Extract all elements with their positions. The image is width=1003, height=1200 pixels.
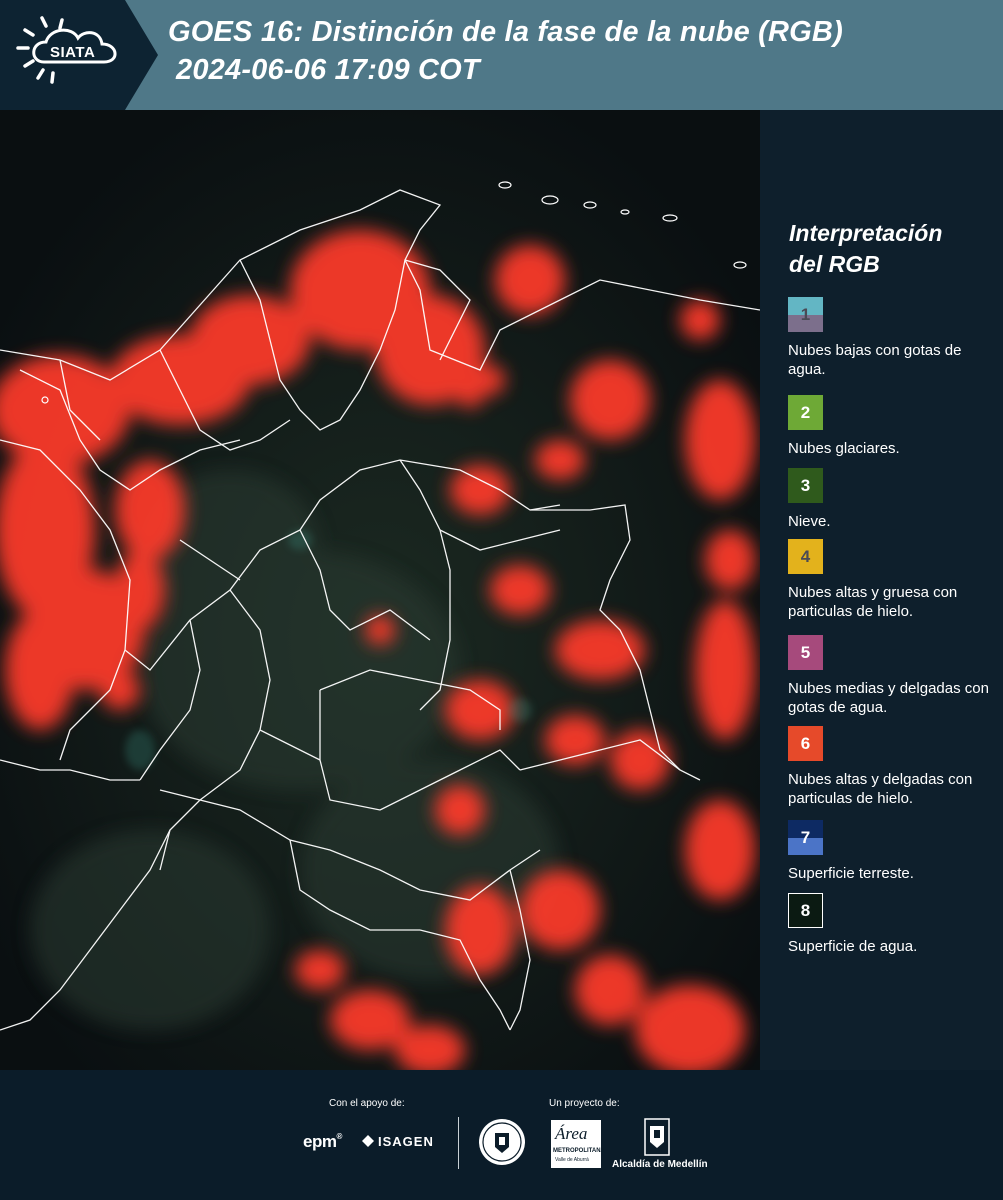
- legend-number-1: 1: [800, 304, 811, 324]
- legend-title-line2: del RGB: [789, 251, 880, 277]
- epm-logo-text: epm: [303, 1132, 337, 1151]
- legend-title: Interpretación del RGB: [789, 218, 942, 280]
- project-label: Un proyecto de:: [549, 1098, 620, 1109]
- legend-number-3: 3: [800, 475, 811, 495]
- alcaldia-label: Alcaldía de Medellín: [612, 1159, 708, 1170]
- isagen-mark-icon: [362, 1135, 374, 1147]
- legend-number-8: 8: [800, 900, 811, 920]
- legend-swatch-1: 1: [788, 297, 823, 332]
- legend-number-6: 6: [800, 733, 811, 753]
- rgb-satellite-image: [0, 110, 760, 1070]
- legend-item-1: 1 Nubes bajas con gotas de agua.: [788, 297, 998, 379]
- isagen-logo-text: ISAGEN: [378, 1134, 434, 1149]
- legend-swatch-6: 6: [788, 726, 823, 761]
- legend-label-5: Nubes medias y delgadas con gotas de agu…: [788, 680, 989, 716]
- alcaldia-shield-icon: [644, 1118, 670, 1161]
- footer-divider: [458, 1117, 459, 1169]
- legend-item-6: 6 Nubes altas y delgadas con particulas …: [788, 726, 998, 808]
- page-title: GOES 16: Distinción de la fase de la nub…: [168, 16, 843, 48]
- footer: Con el apoyo de: Un proyecto de: epm® IS…: [0, 1070, 1003, 1200]
- area-logo-sub2: Valle de Aburrá: [555, 1157, 589, 1163]
- legend-number-4: 4: [800, 546, 811, 566]
- legend-swatch-8: 8: [788, 893, 823, 928]
- epm-logo: epm®: [303, 1132, 342, 1151]
- seal-logo: [477, 1117, 527, 1172]
- page-timestamp: 2024-06-06 17:09 COT: [176, 54, 480, 86]
- legend-item-3: 3 Nieve.: [788, 468, 998, 531]
- legend-label-2: Nubes glaciares.: [788, 440, 900, 457]
- legend-swatch-5: 5: [788, 635, 823, 670]
- legend-label-1: Nubes bajas con gotas de agua.: [788, 342, 962, 378]
- area-metropolitana-logo: Área METROPOLITANA Valle de Aburrá: [551, 1120, 605, 1168]
- legend-label-4: Nubes altas y gruesa con particulas de h…: [788, 584, 958, 620]
- legend-swatch-3: 3: [788, 468, 823, 503]
- siata-logo: SIATA: [0, 0, 160, 110]
- area-logo-sub1: METROPOLITANA: [553, 1148, 605, 1154]
- isagen-logo: ISAGEN: [362, 1134, 434, 1149]
- area-logo-main: Área: [555, 1124, 588, 1143]
- legend-label-7: Superficie terreste.: [788, 865, 914, 882]
- legend-number-7: 7: [800, 827, 811, 847]
- legend-swatch-2: 2: [788, 395, 823, 430]
- legend-title-line1: Interpretación: [789, 220, 943, 246]
- legend-item-2: 2 Nubes glaciares.: [788, 395, 998, 458]
- legend-number-2: 2: [800, 402, 811, 422]
- legend-label-3: Nieve.: [788, 513, 831, 530]
- legend-label-8: Superficie de agua.: [788, 938, 918, 955]
- support-label: Con el apoyo de:: [329, 1098, 405, 1109]
- header-bar: SIATA GOES 16: Distinción de la fase de …: [0, 0, 1003, 110]
- legend-swatch-7: 7: [788, 820, 823, 855]
- legend-number-5: 5: [800, 642, 811, 662]
- legend-item-8: 8 Superficie de agua.: [788, 893, 998, 956]
- legend-label-6: Nubes altas y delgadas con particulas de…: [788, 771, 973, 807]
- legend-item-5: 5 Nubes medias y delgadas con gotas de a…: [788, 635, 998, 717]
- legend-panel: Interpretación del RGB 1 Nubes bajas con…: [760, 110, 1003, 1070]
- legend-swatch-4: 4: [788, 539, 823, 574]
- legend-item-7: 7 Superficie terreste.: [788, 820, 998, 883]
- satellite-map[interactable]: [0, 110, 760, 1070]
- siata-logo-text: SIATA: [50, 44, 96, 61]
- legend-item-4: 4 Nubes altas y gruesa con particulas de…: [788, 539, 998, 621]
